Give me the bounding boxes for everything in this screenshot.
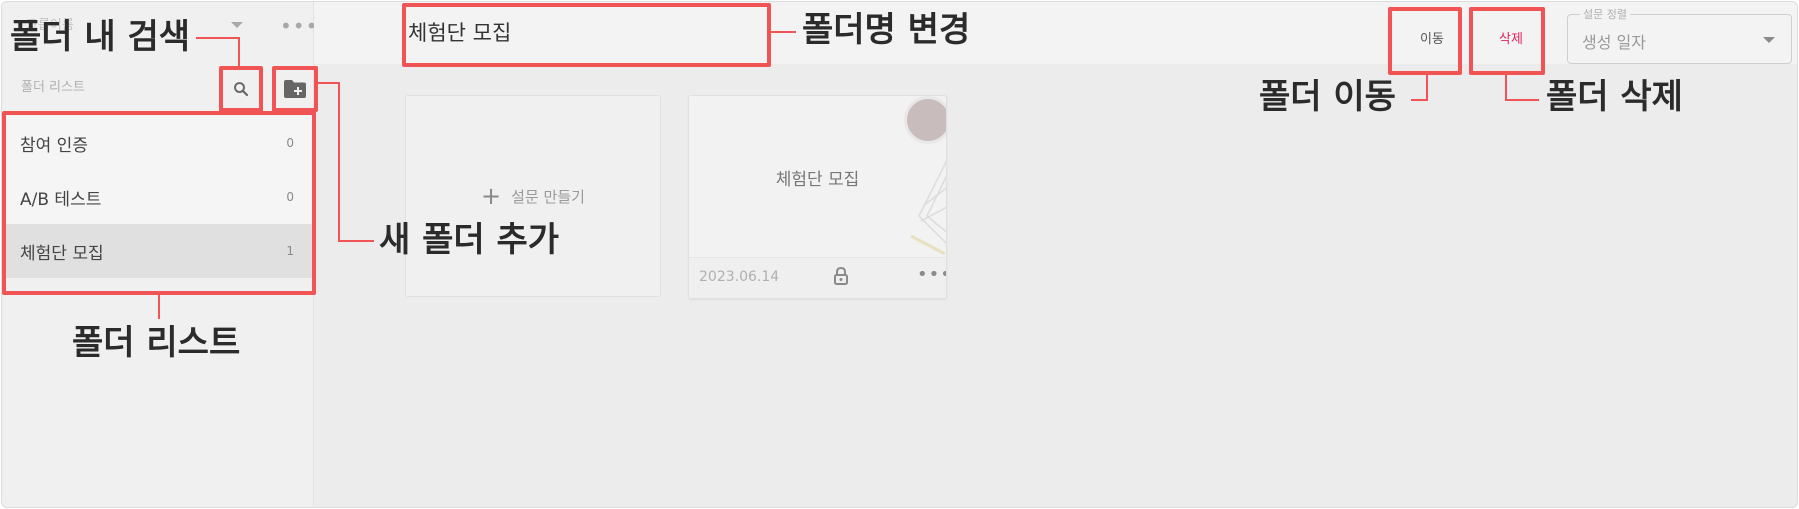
callout-move: 폴더 이동 xyxy=(1259,77,1396,117)
callout-rename: 폴더명 변경 xyxy=(802,10,971,50)
leader-line xyxy=(314,82,340,84)
create-survey-card[interactable]: + 설문 만들기 xyxy=(405,95,661,297)
highlight-move-button xyxy=(1388,7,1462,75)
survey-card-title: 체험단 모집 xyxy=(775,170,860,190)
chevron-down-icon xyxy=(1763,37,1775,43)
more-horizontal-icon[interactable]: ••• xyxy=(280,14,318,38)
survey-card[interactable]: 체험단 모집 2023.06.14 ••• xyxy=(688,95,947,299)
leader-line xyxy=(196,37,240,39)
leader-line xyxy=(158,291,160,319)
lock-icon[interactable] xyxy=(832,266,850,286)
leader-line xyxy=(338,240,374,242)
folder-list-label: 폴더 리스트 xyxy=(21,80,85,95)
keyboard-thumbnail xyxy=(910,160,946,256)
more-horizontal-icon[interactable]: ••• xyxy=(917,264,946,285)
highlight-search-button xyxy=(219,66,263,112)
leader-line xyxy=(1426,71,1428,101)
plus-icon: + xyxy=(481,182,502,210)
callout-add-folder: 새 폴더 추가 xyxy=(379,220,560,260)
highlight-folder-list xyxy=(2,111,316,295)
create-survey-label: 설문 만들기 xyxy=(511,187,585,206)
survey-card-footer: 2023.06.14 ••• xyxy=(689,257,946,298)
highlight-delete-button xyxy=(1469,7,1545,75)
callout-folder-list: 폴더 리스트 xyxy=(72,323,241,363)
highlight-folder-name xyxy=(402,3,771,67)
leader-line xyxy=(338,82,340,242)
callout-delete: 폴더 삭제 xyxy=(1546,77,1683,117)
sort-select-value: 생성 일자 xyxy=(1582,33,1646,52)
chevron-down-icon[interactable] xyxy=(231,22,243,28)
coffee-cup-thumbnail xyxy=(904,96,946,144)
leader-line xyxy=(238,37,240,66)
sort-select[interactable]: 설문 정렬 생성 일자 xyxy=(1567,6,1792,64)
callout-search: 폴더 내 검색 xyxy=(10,17,191,57)
sort-select-label: 설문 정렬 xyxy=(1580,6,1630,22)
leader-line xyxy=(1505,71,1507,101)
leader-line xyxy=(1411,99,1428,101)
leader-line xyxy=(767,31,796,33)
survey-card-date: 2023.06.14 xyxy=(699,269,780,285)
leader-line xyxy=(1505,99,1539,101)
highlight-add-folder-button xyxy=(272,66,318,112)
